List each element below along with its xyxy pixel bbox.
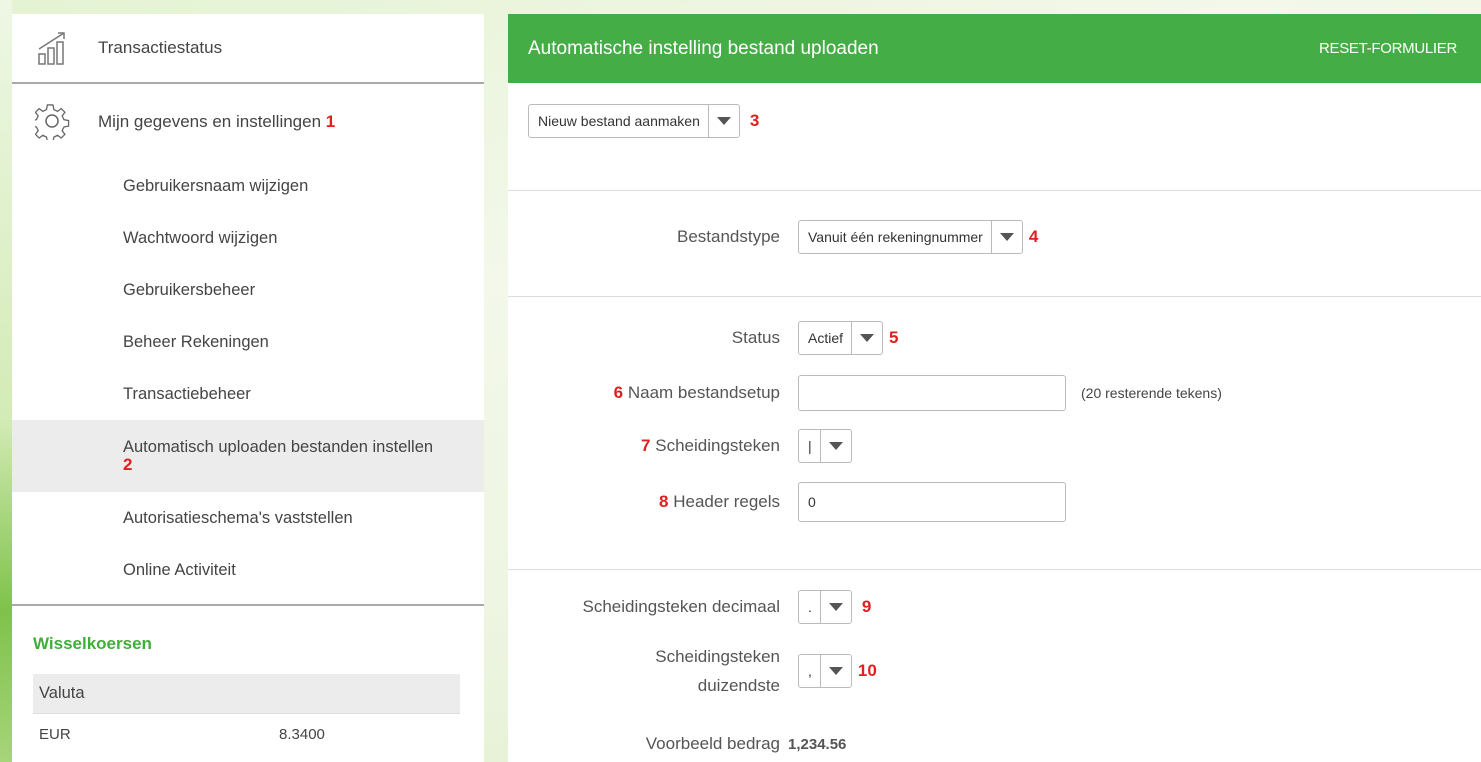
annotation-badge: 8	[659, 492, 669, 511]
header-rows-input[interactable]: 0	[798, 482, 1066, 522]
subitem-label: Gebruikersbeheer	[123, 280, 256, 299]
annotation-badge: 9	[861, 597, 872, 616]
dropdown-arrow-icon	[707, 105, 739, 137]
annotation-badge: 6	[613, 383, 624, 402]
subitem-label: Online Activiteit	[123, 560, 236, 579]
sidebar-subitem-username[interactable]: Gebruikersnaam wijzigen	[12, 160, 484, 212]
sidebar-item-transactiestatus[interactable]: Transactiestatus	[12, 14, 484, 84]
label-text: Scheidingsteken	[655, 436, 780, 455]
bar-chart-icon	[24, 31, 82, 65]
sidebar-item-label: Transactiestatus	[98, 38, 223, 57]
dropdown-arrow-icon	[819, 655, 851, 687]
settings-label: Mijn gegevens en instellingen	[98, 112, 322, 131]
subitem-label: Autorisatieschema's vaststellen	[123, 508, 353, 527]
dropdown-arrow-icon	[851, 322, 882, 354]
sidebar-subitem-auto-upload[interactable]: Automatisch uploaden bestanden instellen…	[12, 420, 484, 492]
reset-form-link[interactable]: RESET-FORMULIER	[1319, 40, 1457, 57]
select-value: |	[808, 438, 812, 454]
decimal-separator-label: Scheidingsteken decimaal	[582, 597, 780, 616]
subitem-label: Transactiebeheer	[123, 384, 251, 403]
annotation-badge: 3	[749, 111, 760, 130]
status-select[interactable]: Actief	[798, 321, 884, 355]
thousands-separator-label: Scheidingsteken duizendste	[508, 642, 798, 700]
sidebar-subitem-authorization[interactable]: Autorisatieschema's vaststellen	[12, 492, 484, 544]
sidebar-subitem-password[interactable]: Wachtwoord wijzigen	[12, 212, 484, 264]
number-format-section: Scheidingsteken decimaal . 9 Scheidingst…	[508, 570, 1481, 760]
label-text: Header regels	[673, 492, 780, 511]
sidebar-item-settings[interactable]: Mijn gegevens en instellingen 1	[12, 84, 484, 160]
example-amount-value: 1,234.56	[788, 735, 847, 753]
exchange-rates-title: Wisselkoersen	[33, 634, 152, 653]
rate-value: 8.3400	[279, 725, 325, 743]
left-accent-bar	[0, 0, 12, 762]
subitem-label: Beheer Rekeningen	[123, 332, 269, 351]
select-value: Vanuit één rekeningnummer	[808, 229, 983, 245]
separator-label: 7 Scheidingsteken	[508, 436, 798, 456]
filetype-select[interactable]: Vanuit één rekeningnummer	[798, 220, 1023, 254]
setup-section: Nieuw bestand aanmaken 3	[508, 83, 1481, 191]
sidebar-subitem-accounts[interactable]: Beheer Rekeningen	[12, 316, 484, 368]
example-amount-label: Voorbeeld bedrag	[645, 734, 780, 753]
sidebar: Transactiestatus Mijn gegevens en instel…	[12, 14, 484, 762]
select-value: Actief	[808, 330, 844, 346]
status-label: Status	[731, 328, 780, 347]
filetype-label: Bestandstype	[676, 227, 780, 246]
decimal-separator-select[interactable]: .	[798, 590, 852, 624]
annotation-badge: 7	[641, 436, 651, 455]
table-row: EUR 8.3400	[33, 714, 460, 754]
sidebar-divider	[12, 604, 484, 606]
separator-select[interactable]: |	[798, 429, 852, 463]
sidebar-subitem-online-activity[interactable]: Online Activiteit	[12, 544, 484, 596]
setup-select[interactable]: Nieuw bestand aanmaken	[528, 104, 740, 138]
header-rows-label: 8 Header regels	[508, 492, 798, 512]
annotation-badge: 4	[1028, 227, 1039, 246]
sidebar-item-label: Mijn gegevens en instellingen 1	[98, 112, 335, 132]
label-text: Naam bestandsetup	[627, 383, 780, 402]
annotation-badge: 10	[857, 661, 877, 680]
page-title: Automatische instelling bestand uploaden	[528, 37, 879, 59]
subitem-label: Wachtwoord wijzigen	[123, 228, 278, 247]
label-line: duizendste	[697, 676, 780, 695]
gear-icon	[24, 104, 82, 140]
label-line: Scheidingsteken	[655, 647, 780, 666]
thousands-separator-select[interactable]: ,	[798, 654, 852, 688]
annotation-badge: 2	[123, 455, 133, 474]
main-panel: Automatische instelling bestand uploaden…	[508, 14, 1481, 762]
setup-name-input[interactable]	[798, 375, 1066, 411]
setup-name-label: 6 Naam bestandsetup	[508, 383, 798, 403]
annotation-badge: 1	[325, 112, 336, 131]
dropdown-arrow-icon	[819, 591, 851, 623]
dropdown-arrow-icon	[990, 221, 1022, 253]
panel-header: Automatische instelling bestand uploaden…	[508, 14, 1481, 83]
sidebar-subitem-transactions[interactable]: Transactiebeheer	[12, 368, 484, 420]
select-value: Nieuw bestand aanmaken	[538, 113, 700, 129]
subitem-text: Automatisch uploaden bestanden instellen	[123, 438, 434, 456]
sidebar-subitem-user-management[interactable]: Gebruikersbeheer	[12, 264, 484, 316]
filetype-section: Bestandstype Vanuit één rekeningnummer 4	[508, 191, 1481, 297]
dropdown-arrow-icon	[819, 430, 851, 462]
select-value: ,	[808, 663, 812, 679]
rates-table-header: Valuta	[33, 674, 460, 714]
annotation-badge: 5	[889, 328, 899, 347]
select-value: .	[808, 599, 812, 615]
file-settings-section: Status Actief 5 6 Naam bestandsetup (20 …	[508, 297, 1481, 570]
remaining-chars-hint: (20 resterende tekens)	[1081, 385, 1222, 401]
subitem-label: Automatisch uploaden bestanden instellen…	[123, 438, 443, 474]
rate-currency: EUR	[39, 725, 71, 743]
subitem-label: Gebruikersnaam wijzigen	[123, 176, 309, 195]
